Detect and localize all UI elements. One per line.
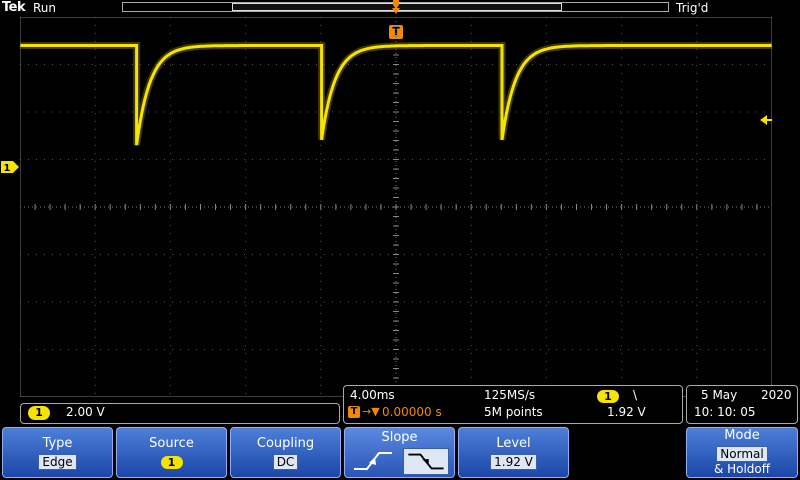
falling-slope-icon: \: [633, 388, 638, 402]
level-softkey[interactable]: Level 1.92 V: [458, 427, 569, 478]
time-per-div: 4.00ms: [350, 388, 395, 402]
type-softkey-value: Edge: [38, 454, 77, 470]
type-softkey[interactable]: Type Edge: [2, 427, 113, 478]
ch1-badge: 1: [28, 406, 50, 420]
trigger-level-icon[interactable]: [760, 114, 772, 126]
waveform-graticule[interactable]: [20, 17, 772, 397]
coupling-softkey-title: Coupling: [256, 436, 315, 451]
year: 2020: [761, 388, 792, 402]
type-softkey-title: Type: [42, 436, 73, 451]
source-softkey-title: Source: [149, 436, 194, 451]
source-softkey[interactable]: Source 1: [116, 427, 227, 478]
clock-time: 10: 10: 05: [694, 405, 756, 419]
mode-softkey-holdoff: & Holdoff: [713, 462, 771, 476]
sample-rate: 125MS/s: [484, 388, 536, 402]
ch1-waveform-trace: [20, 44, 772, 146]
graticule-center-axes: [20, 17, 772, 397]
record-length: 5M points: [484, 405, 543, 419]
rising-slope-icon[interactable]: [351, 448, 395, 474]
mode-holdoff-softkey[interactable]: Mode Normal & Holdoff: [686, 427, 798, 478]
trigger-source-badge: 1: [597, 390, 619, 403]
level-softkey-title: Level: [496, 436, 531, 451]
ch1-waveform-persistence: [20, 42, 772, 146]
coupling-softkey[interactable]: Coupling DC: [230, 427, 341, 478]
falling-slope-icon-selected[interactable]: [403, 448, 449, 475]
ch1-marker-label: 1: [4, 163, 11, 174]
ch1-ground-marker[interactable]: 1: [0, 160, 20, 174]
mode-softkey-value: Normal: [716, 446, 768, 462]
delay-arrow-icon: →▼: [362, 405, 380, 418]
slope-softkey[interactable]: Slope: [344, 427, 455, 478]
trigger-delay: 0.00000 s: [382, 405, 442, 419]
slope-softkey-title: Slope: [381, 430, 418, 445]
acquisition-state: Run: [33, 1, 57, 15]
coupling-softkey-value: DC: [272, 454, 299, 470]
mode-softkey-title: Mode: [724, 428, 760, 443]
trigger-position-icon: [392, 0, 400, 14]
trigger-delay-marker: T: [348, 406, 360, 418]
ch1-volts-per-div: 2.00 V: [66, 405, 105, 419]
level-softkey-value: 1.92 V: [490, 454, 537, 470]
source-softkey-value: 1: [160, 456, 183, 469]
date: 5 May: [701, 388, 738, 402]
brand-logo: Tek: [2, 0, 26, 15]
trigger-status: Trig'd: [676, 1, 709, 15]
trigger-level-readout: 1.92 V: [607, 405, 646, 419]
